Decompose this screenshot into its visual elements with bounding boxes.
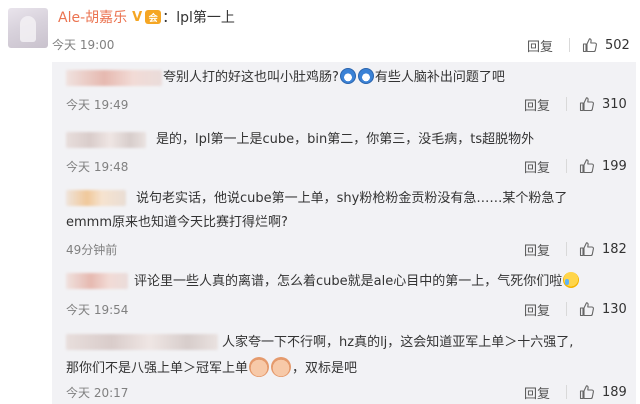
blurred-username	[66, 334, 218, 350]
reply-button[interactable]: 回复	[524, 300, 550, 319]
divider	[566, 97, 567, 111]
divider	[566, 159, 567, 173]
reply-button[interactable]: 回复	[524, 95, 550, 114]
divider	[566, 385, 567, 399]
username-link[interactable]: Ale-胡嘉乐	[58, 7, 127, 27]
reply-text: 评论里一些人真的离谱，怎么着cube就是ale心目中的第一上，气死你们啦	[134, 271, 580, 293]
divider	[566, 242, 567, 256]
thumbs-up-icon[interactable]	[579, 384, 595, 400]
divider	[569, 38, 570, 52]
thumbs-up-icon[interactable]	[579, 241, 595, 257]
comment-text: ：lpl第一上	[162, 10, 235, 26]
timestamp: 今天 19:54	[66, 303, 129, 317]
like-count: 182	[602, 241, 627, 257]
reply-text-line-1: 说句老实话，他说cube第一上单，shy粉枪粉金贡粉没有急……某个粉急了	[136, 191, 568, 206]
top-comment: Ale-胡嘉乐 V 会 ：lpl第一上 今天 19:00 回复 502	[0, 0, 640, 62]
replies-panel: 夸别人打的好这也叫小肚鸡肠? 有些人脑补出问题了吧 今天 19:49 回复 310…	[52, 62, 636, 404]
blue-face-emoji	[339, 68, 356, 84]
crying-face-emoji	[563, 272, 580, 288]
blurred-username	[66, 70, 162, 86]
like-count: 199	[602, 158, 627, 174]
thumbs-up-icon[interactable]	[582, 37, 598, 53]
reply-actions: 回复 182	[524, 240, 628, 259]
timestamp: 今天 19:49	[66, 98, 129, 112]
reply-actions: 回复 199	[524, 157, 628, 176]
like-count: 189	[602, 384, 627, 400]
timestamp: 49分钟前	[66, 243, 118, 257]
reply-text-line-1: 人家夸一下不行啊，hz真的lj，这会知道亚军上单＞十六强了,	[222, 335, 574, 350]
reply-button[interactable]: 回复	[527, 36, 553, 55]
baby-face-emoji	[249, 357, 270, 377]
reply-item: 评论里一些人真的离谱，怎么着cube就是ale心目中的第一上，气死你们啦 今天 …	[52, 267, 636, 321]
thumbs-up-icon[interactable]	[579, 158, 595, 174]
reply-item: 夸别人打的好这也叫小肚鸡肠? 有些人脑补出问题了吧 今天 19:49 回复 310	[52, 62, 636, 116]
reply-actions: 回复 310	[524, 95, 628, 114]
reply-item: 说句老实话，他说cube第一上单，shy粉枪粉金贡粉没有急……某个粉急了 emm…	[52, 184, 636, 260]
reply-item: 是的，lpl第一上是cube，bin第二，你第三，没毛病，ts超脱物外 今天 1…	[52, 124, 636, 178]
timestamp: 今天 19:48	[66, 160, 129, 174]
blue-face-emoji	[357, 68, 374, 84]
blurred-username	[66, 190, 126, 206]
avatar[interactable]	[8, 8, 48, 48]
reply-button[interactable]: 回复	[524, 383, 550, 402]
reply-actions: 回复 189	[524, 383, 628, 402]
timestamp: 今天 19:00	[52, 38, 115, 52]
reply-item: 人家夸一下不行啊，hz真的lj，这会知道亚军上单＞十六强了, 那你们不是八强上单…	[52, 328, 636, 404]
reply-text: 夸别人打的好这也叫小肚鸡肠? 有些人脑补出问题了吧	[163, 68, 505, 85]
verified-v-icon: V	[132, 9, 143, 25]
divider	[566, 302, 567, 316]
blurred-username	[66, 132, 146, 148]
like-count: 502	[605, 37, 630, 53]
member-badge-icon: 会	[145, 10, 162, 24]
top-comment-header: Ale-胡嘉乐 V 会 ：lpl第一上	[58, 6, 235, 28]
reply-button[interactable]: 回复	[524, 157, 550, 176]
comment-actions: 回复 502	[527, 36, 631, 55]
timestamp: 今天 20:17	[66, 386, 129, 400]
reply-button[interactable]: 回复	[524, 240, 550, 259]
like-count: 130	[602, 301, 627, 317]
like-count: 310	[602, 96, 627, 112]
reply-text: 是的，lpl第一上是cube，bin第二，你第三，没毛病，ts超脱物外	[156, 132, 535, 147]
reply-text-line-2: emmm原来也知道今天比赛打得烂啊?	[66, 215, 288, 230]
baby-face-emoji	[271, 357, 292, 377]
thumbs-up-icon[interactable]	[579, 301, 595, 317]
reply-text-line-2: 那你们不是八强上单＞冠军上单 ，双标是吧	[66, 357, 357, 380]
blurred-username	[66, 273, 128, 289]
reply-actions: 回复 130	[524, 300, 628, 319]
thumbs-up-icon[interactable]	[579, 96, 595, 112]
